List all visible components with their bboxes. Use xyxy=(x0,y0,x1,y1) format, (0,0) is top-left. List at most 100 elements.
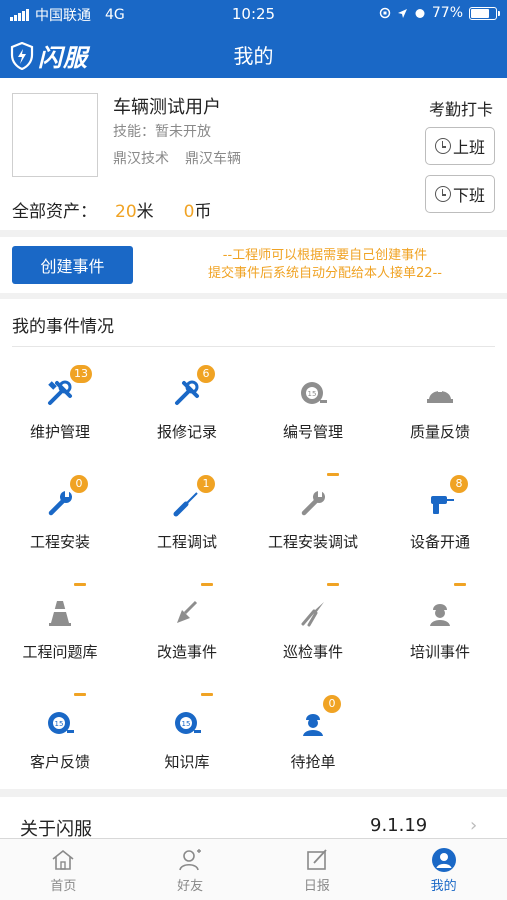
coins-value: 0 xyxy=(183,202,195,222)
event-item-label: 巡检事件 xyxy=(282,643,343,661)
tab-friends[interactable]: 好友 xyxy=(127,839,254,900)
tab-home[interactable]: 首页 xyxy=(0,839,127,900)
event-item-label: 培训事件 xyxy=(409,643,470,661)
event-item-label: 维护管理 xyxy=(29,423,90,441)
drill-icon xyxy=(424,487,456,519)
event-dash-badge: — xyxy=(327,583,339,586)
punch-out-label: 下班 xyxy=(452,186,485,205)
create-event-button[interactable]: 创建事件 xyxy=(12,246,133,284)
event-count-badge: 6 xyxy=(197,365,215,383)
profile-icon xyxy=(431,848,456,872)
event-item[interactable]: 0 工程安装 xyxy=(0,465,120,565)
event-dash-badge: — xyxy=(201,693,213,696)
org-item: 鼎汉车辆 xyxy=(185,151,241,167)
app-version: 9.1.19 xyxy=(370,815,428,836)
event-count-badge: 13 xyxy=(70,365,92,383)
battery-percent: 77% xyxy=(431,5,463,21)
event-item[interactable]: — 工程安装调试 xyxy=(253,465,373,565)
nav-bar: 闪服 我的 xyxy=(0,28,507,78)
location-icon xyxy=(397,8,407,18)
event-dash-badge: — xyxy=(454,583,466,586)
worker-icon xyxy=(424,597,456,629)
event-item[interactable]: 15 — 客户反馈 xyxy=(0,685,120,785)
event-item[interactable]: — 改造事件 xyxy=(127,575,247,675)
event-item-label: 质量反馈 xyxy=(409,423,470,441)
event-item[interactable]: 15 — 知识库 xyxy=(127,685,247,785)
event-item-label: 工程安装调试 xyxy=(267,533,358,551)
event-item-label: 编号管理 xyxy=(282,423,343,441)
punch-out-button[interactable]: 下班 xyxy=(425,175,495,213)
about-row[interactable]: 关于闪服 9.1.19 › xyxy=(0,797,507,843)
repair-icon xyxy=(171,377,203,409)
event-item[interactable]: — 工程问题库 xyxy=(0,575,120,675)
tab-label: 好友 xyxy=(177,879,204,894)
helmet-icon xyxy=(424,377,456,409)
svg-text:15: 15 xyxy=(182,720,191,728)
clock-icon xyxy=(434,138,451,154)
tab-bar: 首页 好友 日报 我的 xyxy=(0,838,507,900)
create-event-row: 创建事件 --工程师可以根据需要自己创建事件 提交事件后系统自动分配给本人接单2… xyxy=(0,237,507,293)
battery-icon xyxy=(469,6,500,20)
event-count-badge: 8 xyxy=(450,475,468,493)
wrench-gray-icon xyxy=(297,487,329,519)
screwdriver-icon xyxy=(171,487,203,519)
event-item[interactable]: 0 待抢单 xyxy=(253,685,373,785)
events-title: 我的事件情况 xyxy=(12,317,114,337)
tip-line-2: 提交事件后系统自动分配给本人接单22-- xyxy=(208,266,442,281)
event-item[interactable]: — 巡检事件 xyxy=(253,575,373,675)
clock-icon xyxy=(434,186,451,202)
event-item-label: 知识库 xyxy=(164,753,210,771)
page-title: 我的 xyxy=(233,44,274,68)
event-item-label: 工程安装 xyxy=(29,533,90,551)
event-item[interactable]: 15 编号管理 xyxy=(253,355,373,455)
meters-value: 20 xyxy=(115,202,137,222)
punch-in-button[interactable]: 上班 xyxy=(425,127,495,165)
assets-summary: 全部资产： 20 米 0 币 xyxy=(12,197,211,222)
event-item-label: 待抢单 xyxy=(290,753,336,771)
tape-measure-icon: 15 xyxy=(297,377,329,409)
event-item[interactable]: 6 报修记录 xyxy=(127,355,247,455)
event-item[interactable]: 8 设备开通 xyxy=(380,465,500,565)
event-item-label: 工程调试 xyxy=(156,533,217,551)
svg-text:15: 15 xyxy=(55,720,64,728)
coins-unit: 币 xyxy=(194,202,212,222)
cone-icon xyxy=(44,597,76,629)
event-item-label: 报修记录 xyxy=(156,423,217,441)
wrench-icon xyxy=(44,487,76,519)
meters-unit: 米 xyxy=(136,202,154,222)
event-item-label: 工程问题库 xyxy=(22,643,98,661)
event-dash-badge: — xyxy=(327,473,339,476)
event-count-badge: 1 xyxy=(197,475,215,493)
event-item[interactable]: 13 维护管理 xyxy=(0,355,120,455)
event-item[interactable]: — 培训事件 xyxy=(380,575,500,675)
profile-card: 车辆测试用户 技能：暂未开放 鼎汉技术 鼎汉车辆 全部资产： 20 米 0 币 … xyxy=(0,78,507,230)
svg-text:15: 15 xyxy=(308,390,317,398)
event-count-badge: 0 xyxy=(323,695,341,713)
punch-in-label: 上班 xyxy=(452,138,485,157)
status-right: 77% xyxy=(379,5,500,21)
user-name: 车辆测试用户 xyxy=(113,97,221,118)
divider xyxy=(12,346,495,347)
event-item[interactable]: 质量反馈 xyxy=(380,355,500,455)
chevron-right-icon: › xyxy=(470,815,478,836)
lock-rotation-icon xyxy=(379,7,391,19)
tools-icon xyxy=(44,377,76,409)
event-item-label: 设备开通 xyxy=(409,533,470,551)
event-dash-badge: — xyxy=(74,693,86,696)
tab-label: 日报 xyxy=(303,879,330,894)
tab-label: 首页 xyxy=(50,879,77,894)
event-item-label: 改造事件 xyxy=(156,643,217,661)
engineer-icon xyxy=(297,707,329,739)
tab-mine[interactable]: 我的 xyxy=(380,839,507,900)
avatar[interactable] xyxy=(12,93,98,177)
alarm-icon xyxy=(415,9,425,18)
user-skill: 技能：暂未开放 xyxy=(113,124,211,140)
tape-blue-icon: 15 xyxy=(171,707,203,739)
event-item[interactable]: 1 工程调试 xyxy=(127,465,247,565)
tab-report[interactable]: 日报 xyxy=(254,839,381,900)
tape-blue-icon: 15 xyxy=(44,707,76,739)
user-orgs: 鼎汉技术 鼎汉车辆 xyxy=(113,148,241,168)
event-item-label: 客户反馈 xyxy=(29,753,90,771)
attendance-label: 考勤打卡 xyxy=(428,100,493,119)
event-count-badge: 0 xyxy=(70,475,88,493)
